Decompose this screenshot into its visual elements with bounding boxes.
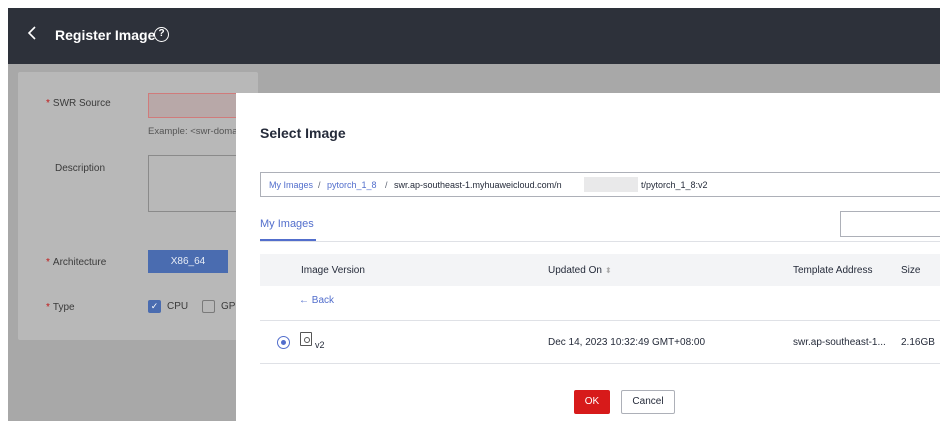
radio-selected-dot	[280, 339, 286, 345]
page-title: Register Image	[55, 27, 156, 43]
type-cpu-label: CPU	[167, 301, 189, 312]
chevron-left-svg	[27, 26, 36, 40]
ok-button[interactable]: OK	[574, 390, 610, 414]
type-label: * Type	[46, 302, 75, 313]
required-mark: *	[46, 302, 50, 313]
type-gpu-checkbox[interactable]	[202, 300, 215, 313]
row-size: 2.16GB	[901, 337, 935, 348]
image-path-breadcrumb: My Images / pytorch_1_8 / swr.ap-southea…	[260, 172, 940, 197]
file-image-icon	[300, 332, 312, 346]
row-divider	[260, 320, 940, 321]
page-header: Register Image ?	[8, 8, 940, 64]
breadcrumb-path-start: swr.ap-southeast-1.myhuaweicloud.com/n	[394, 180, 562, 190]
architecture-label-text: Architecture	[52, 257, 107, 268]
column-image-version: Image Version	[301, 265, 365, 276]
question-circle-icon[interactable]: ?	[154, 27, 169, 42]
row-select-radio[interactable]	[277, 336, 290, 349]
breadcrumb-repo[interactable]: pytorch_1_8	[327, 180, 377, 190]
swr-source-input[interactable]	[148, 93, 248, 118]
type-cpu-checkbox[interactable]: ✓	[148, 300, 161, 313]
required-mark: *	[46, 98, 50, 109]
chevron-left-icon[interactable]	[20, 24, 44, 48]
swr-source-label-text: SWR Source	[52, 98, 111, 109]
row-updated-on: Dec 14, 2023 10:32:49 GMT+08:00	[548, 337, 706, 348]
breadcrumb-separator: /	[318, 180, 321, 190]
row-divider	[260, 363, 940, 364]
swr-source-label: * SWR Source	[46, 98, 111, 109]
select-image-dialog: Select Image My Images / pytorch_1_8 / s…	[236, 93, 940, 421]
image-search-input[interactable]	[840, 211, 940, 237]
tab-my-images[interactable]: My Images	[260, 218, 314, 230]
required-mark: *	[46, 257, 50, 268]
table-header: Image Version Updated On ⬍ Template Addre…	[260, 254, 940, 286]
column-size: Size	[901, 265, 921, 276]
type-label-text: Type	[52, 302, 75, 313]
architecture-label: * Architecture	[46, 257, 106, 268]
description-textarea[interactable]	[148, 155, 248, 212]
back-link[interactable]: ← Back	[299, 295, 334, 306]
tab-divider	[260, 241, 940, 242]
redacted-mask	[584, 177, 638, 192]
breadcrumb-my-images[interactable]: My Images	[269, 180, 313, 190]
breadcrumb-path-end: t/pytorch_1_8:v2	[641, 180, 708, 190]
row-image-version: v2	[315, 340, 325, 350]
description-label: Description	[55, 163, 106, 174]
row-template-address: swr.ap-southeast-1...	[793, 337, 886, 348]
column-updated-on[interactable]: Updated On ⬍	[548, 265, 612, 276]
dialog-title: Select Image	[260, 125, 346, 141]
sort-icon[interactable]: ⬍	[605, 266, 612, 275]
column-template-address: Template Address	[793, 265, 873, 276]
type-gpu-label: GP	[221, 301, 236, 312]
column-updated-on-text: Updated On	[548, 265, 602, 276]
breadcrumb-separator: /	[385, 180, 388, 190]
architecture-x86-button[interactable]: X86_64	[148, 250, 228, 273]
cancel-button[interactable]: Cancel	[621, 390, 675, 414]
swr-source-hint: Example: <swr-doma	[148, 126, 238, 137]
